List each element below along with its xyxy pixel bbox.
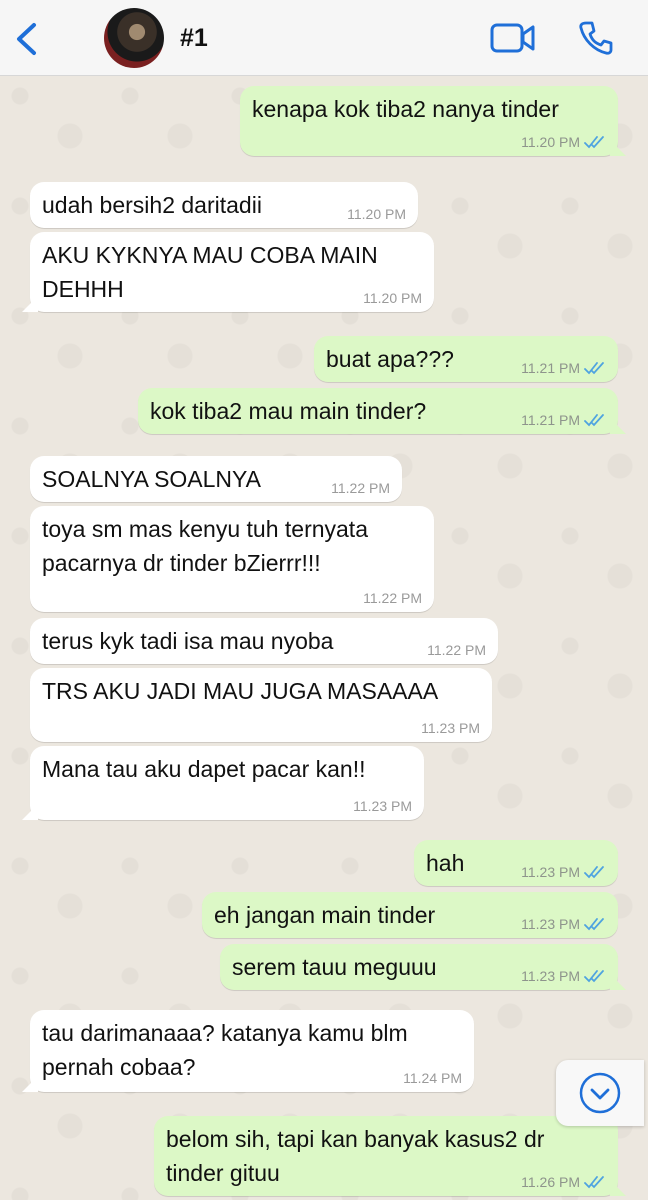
read-ticks-icon	[584, 414, 604, 427]
incoming-message[interactable]: udah bersih2 daritadii 11.20 PM	[30, 182, 418, 228]
message-time: 11.21 PM	[521, 412, 580, 428]
scroll-down-button[interactable]	[556, 1060, 644, 1126]
incoming-message[interactable]: toya sm mas kenyu tuh ternyata pacarnya …	[30, 506, 434, 612]
avatar[interactable]	[104, 8, 164, 68]
message-time: 11.20 PM	[521, 134, 580, 150]
message-text: TRS AKU JADI MAU JUGA MASAAAA	[42, 678, 439, 704]
message-time: 11.22 PM	[331, 480, 390, 496]
outgoing-message[interactable]: hah 11.23 PM	[414, 840, 618, 886]
read-ticks-icon	[584, 866, 604, 879]
read-ticks-icon	[584, 918, 604, 931]
message-time: 11.26 PM	[521, 1174, 580, 1190]
message-time: 11.24 PM	[403, 1070, 462, 1086]
message-meta: 11.20 PM	[363, 290, 422, 306]
message-text: kenapa kok tiba2 nanya tinder	[252, 96, 559, 122]
message-meta: 11.23 PM	[353, 798, 412, 814]
message-meta: 11.20 PM	[347, 206, 406, 222]
message-meta: 11.23 PM	[521, 968, 606, 984]
message-meta: 11.22 PM	[331, 480, 390, 496]
message-meta: 11.21 PM	[521, 360, 606, 376]
incoming-message[interactable]: Mana tau aku dapet pacar kan!! 11.23 PM	[22, 746, 424, 820]
contact-name[interactable]: #1	[180, 24, 208, 53]
video-call-icon[interactable]	[490, 22, 536, 54]
incoming-message[interactable]: AKU KYKNYA MAU COBA MAIN DEHHH 11.20 PM	[22, 232, 434, 312]
message-time: 11.23 PM	[421, 720, 480, 736]
read-ticks-icon	[584, 970, 604, 983]
message-meta: 11.22 PM	[427, 642, 486, 658]
message-time: 11.23 PM	[521, 864, 580, 880]
message-meta: 11.24 PM	[403, 1070, 462, 1086]
message-time: 11.22 PM	[427, 642, 486, 658]
message-text: terus kyk tadi isa mau nyoba	[42, 628, 334, 654]
back-chevron-icon[interactable]	[12, 22, 42, 56]
read-ticks-icon	[584, 136, 604, 149]
outgoing-message[interactable]: serem tauu meguuu 11.23 PM	[220, 944, 626, 990]
incoming-message[interactable]: tau darimanaaa? katanya kamu blm pernah …	[22, 1010, 474, 1092]
incoming-message[interactable]: SOALNYA SOALNYA 11.22 PM	[30, 456, 402, 502]
outgoing-message[interactable]: belom sih, tapi kan banyak kasus2 dr tin…	[154, 1116, 626, 1196]
message-time: 11.20 PM	[347, 206, 406, 222]
message-meta: 11.23 PM	[421, 720, 480, 736]
message-time: 11.23 PM	[521, 968, 580, 984]
message-time: 11.20 PM	[363, 290, 422, 306]
message-meta: 11.21 PM	[521, 412, 606, 428]
outgoing-message[interactable]: kok tiba2 mau main tinder? 11.21 PM	[138, 388, 626, 434]
phone-call-icon[interactable]	[578, 20, 614, 56]
message-meta: 11.23 PM	[521, 916, 606, 932]
message-meta: 11.23 PM	[521, 864, 606, 880]
message-meta: 11.26 PM	[521, 1174, 606, 1190]
incoming-message[interactable]: terus kyk tadi isa mau nyoba 11.22 PM	[30, 618, 498, 664]
outgoing-message[interactable]: kenapa kok tiba2 nanya tinder 11.20 PM	[240, 86, 626, 156]
message-meta: 11.22 PM	[363, 590, 422, 606]
message-time: 11.23 PM	[353, 798, 412, 814]
scroll-down-icon	[579, 1072, 621, 1114]
message-time: 11.23 PM	[521, 916, 580, 932]
message-time: 11.22 PM	[363, 590, 422, 606]
message-text: tau darimanaaa? katanya kamu blm pernah …	[42, 1020, 408, 1080]
chat-header: #1	[0, 0, 648, 76]
message-time: 11.21 PM	[521, 360, 580, 376]
incoming-message[interactable]: TRS AKU JADI MAU JUGA MASAAAA 11.23 PM	[30, 668, 492, 742]
message-text: Mana tau aku dapet pacar kan!!	[42, 756, 366, 782]
read-ticks-icon	[584, 362, 604, 375]
outgoing-message[interactable]: buat apa??? 11.21 PM	[314, 336, 618, 382]
outgoing-message[interactable]: eh jangan main tinder 11.23 PM	[202, 892, 618, 938]
message-meta: 11.20 PM	[521, 134, 606, 150]
read-ticks-icon	[584, 1176, 604, 1189]
message-text: toya sm mas kenyu tuh ternyata pacarnya …	[42, 516, 368, 576]
